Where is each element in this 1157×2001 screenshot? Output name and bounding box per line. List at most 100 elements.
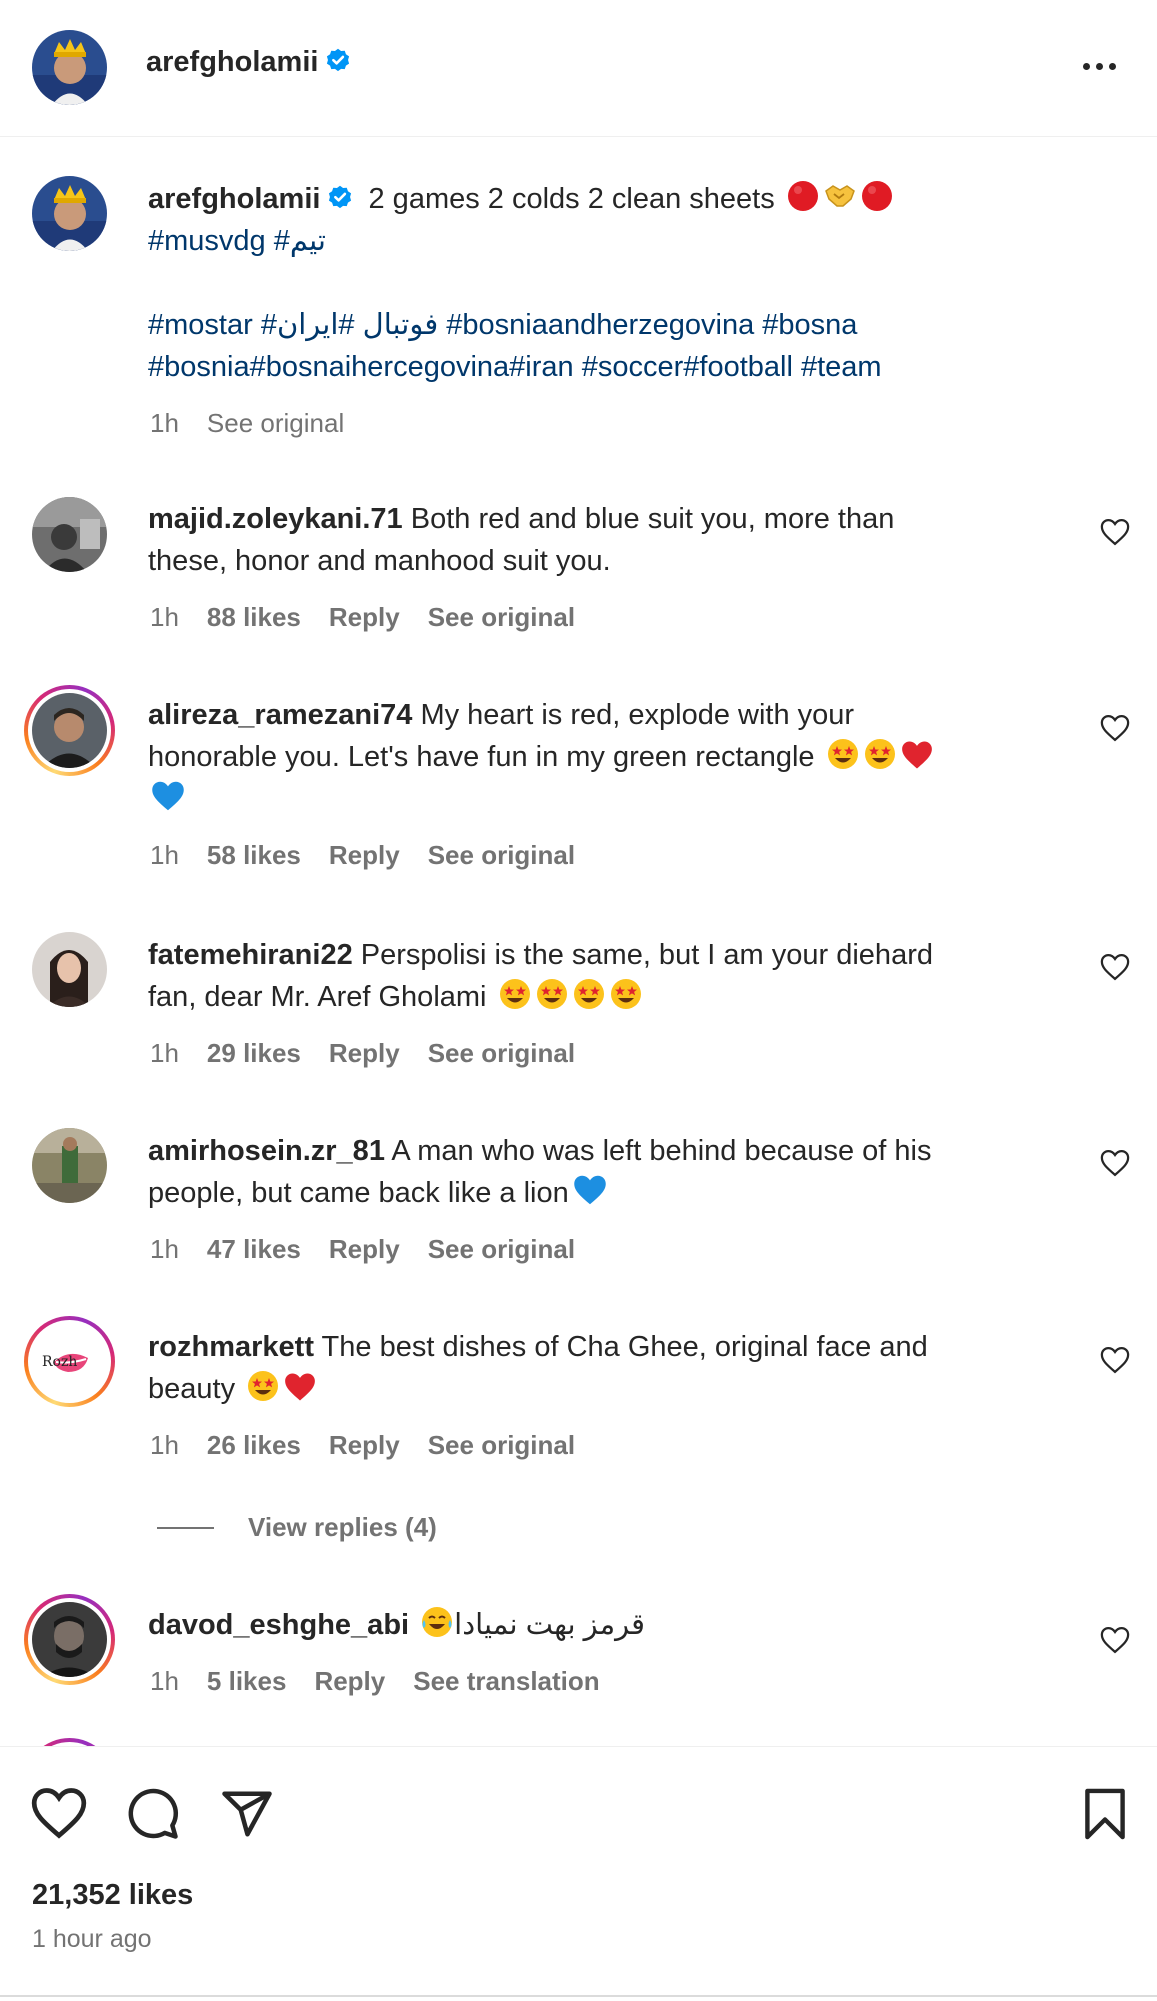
caption-meta: 1h See original <box>150 408 344 439</box>
next-comment-avatar-partial <box>24 1738 115 1746</box>
star-struck-emoji-icon <box>609 977 643 1023</box>
comment-avatar-story-ring[interactable]: Rozh <box>24 1316 115 1407</box>
comment-avatar[interactable] <box>32 932 107 1007</box>
footer-divider <box>0 1995 1157 1997</box>
post-likes-count[interactable]: 21,352 likes <box>32 1879 193 1912</box>
caption-username[interactable]: arefgholamii <box>148 183 320 215</box>
post-author-avatar[interactable] <box>32 30 107 105</box>
post-actions-footer: 21,352 likes 1 hour ago <box>0 1746 1157 2001</box>
comment-likes[interactable]: 5 likes <box>207 1666 287 1697</box>
reply-button[interactable]: Reply <box>329 1430 400 1461</box>
caption-text: 2 games 2 colds 2 clean sheets <box>368 183 775 215</box>
view-replies-divider <box>157 1526 214 1529</box>
red-heart-emoji-icon <box>283 1371 317 1415</box>
reply-button[interactable]: Reply <box>314 1666 385 1697</box>
comment-like-heart-icon[interactable] <box>1100 1149 1130 1177</box>
star-struck-emoji-icon <box>498 977 532 1023</box>
comment-avatar[interactable] <box>32 1128 107 1203</box>
comment-text-line-1: amirhosein.zr_81 A man who was left behi… <box>148 1130 931 1172</box>
comment-body: My heart is red, explode with your <box>420 699 855 731</box>
comment-text-line-2: fan, dear Mr. Aref Gholami <box>148 976 643 1023</box>
reply-button[interactable]: Reply <box>329 602 400 633</box>
comment-username[interactable]: majid.zoleykani.71 <box>148 503 403 535</box>
comment-likes[interactable]: 88 likes <box>207 602 301 633</box>
comment-time: 1h <box>150 1234 179 1264</box>
comment-text-line-3 <box>150 778 186 825</box>
comment-body-continued: fan, dear Mr. Aref Gholami <box>148 981 487 1013</box>
reply-button[interactable]: Reply <box>329 1234 400 1265</box>
comment-body: Both red and blue suit you, more than <box>410 503 895 535</box>
caption-line-1: arefgholamii 2 games 2 colds 2 clean she… <box>148 178 894 225</box>
red-circle-emoji-icon <box>786 179 820 225</box>
comment-body: A man who was left behind because of his <box>391 1135 932 1167</box>
comment-meta: 1h 58 likes Reply See original <box>150 840 575 871</box>
header-username[interactable]: arefgholamii <box>146 46 318 78</box>
more-options-icon[interactable] <box>1075 50 1123 82</box>
header-username-row: arefgholamii <box>146 46 352 80</box>
comment-username[interactable]: amirhosein.zr_81 <box>148 1135 385 1167</box>
comment-avatar[interactable] <box>32 497 107 572</box>
comment-meta: 1h 26 likes Reply See original <box>150 1430 575 1461</box>
comment-body-continued: beauty <box>148 1373 236 1405</box>
comment-body: The best dishes of Cha Ghee, original fa… <box>321 1331 928 1363</box>
caption-time: 1h <box>150 408 179 438</box>
comment-username[interactable]: rozhmarkett <box>148 1331 314 1363</box>
comment-like-heart-icon[interactable] <box>1100 953 1130 981</box>
comment-likes[interactable]: 58 likes <box>207 840 301 871</box>
comment-body-continued: people, but came back like a lion <box>148 1177 569 1209</box>
caption-hashtags-2[interactable]: #mostar #فوتبال #ایران #bosniaandherzego… <box>148 304 857 346</box>
comment-avatar-story-ring[interactable] <box>24 1594 115 1685</box>
tears-of-joy-emoji-icon <box>420 1605 454 1651</box>
star-struck-emoji-icon <box>826 737 860 783</box>
star-struck-emoji-icon <box>863 737 897 783</box>
caption-hashtags-1[interactable]: #musvdg #تیم <box>148 220 326 262</box>
heart-icon[interactable] <box>30 1787 88 1844</box>
comment-text-line-1: majid.zoleykani.71 Both red and blue sui… <box>148 498 894 540</box>
see-original-button[interactable]: See original <box>428 840 575 871</box>
reply-button[interactable]: Reply <box>329 1038 400 1069</box>
comment-like-heart-icon[interactable] <box>1100 1346 1130 1374</box>
comment-time: 1h <box>150 1430 179 1460</box>
comment-username[interactable]: alireza_ramezani74 <box>148 699 412 731</box>
red-heart-emoji-icon <box>900 739 934 783</box>
comment-likes[interactable]: 26 likes <box>207 1430 301 1461</box>
view-replies-label: View replies (4) <box>248 1512 437 1542</box>
comment-text-line-1: rozhmarkett The best dishes of Cha Ghee,… <box>148 1326 928 1368</box>
comment-avatar-story-ring[interactable] <box>24 685 115 776</box>
send-icon[interactable] <box>220 1787 274 1846</box>
see-original-button[interactable]: See original <box>428 1234 575 1265</box>
handshake-emoji-icon <box>823 179 857 225</box>
see-translation-button[interactable]: See translation <box>413 1666 599 1697</box>
bookmark-icon[interactable] <box>1083 1787 1127 1846</box>
caption-see-original[interactable]: See original <box>207 408 344 439</box>
comment-body: قرمز بهت نمیادا <box>454 1609 645 1641</box>
star-struck-emoji-icon <box>246 1369 280 1415</box>
caption-author-avatar[interactable] <box>32 176 107 251</box>
comment-like-heart-icon[interactable] <box>1100 1626 1130 1654</box>
see-original-button[interactable]: See original <box>428 602 575 633</box>
view-replies-button[interactable]: View replies (4) <box>157 1512 437 1543</box>
comment-username[interactable]: fatemehirani22 <box>148 939 353 971</box>
post-header: arefgholamii <box>0 0 1157 137</box>
comment-likes[interactable]: 47 likes <box>207 1234 301 1265</box>
verified-badge-icon <box>326 182 354 224</box>
brand-logo-text: Rozh <box>42 1354 77 1370</box>
comment-text-line-1: fatemehirani22 Perspolisi is the same, b… <box>148 934 933 976</box>
comment-time: 1h <box>150 840 179 870</box>
caption-hashtags-3[interactable]: #bosnia#bosnaihercegovina#iran #soccer#f… <box>148 346 882 388</box>
see-original-button[interactable]: See original <box>428 1038 575 1069</box>
comment-text-line-1: davod_eshghe_abi قرمز بهت نمیادا <box>148 1604 645 1651</box>
comment-like-heart-icon[interactable] <box>1100 518 1130 546</box>
comment-time: 1h <box>150 1038 179 1068</box>
comment-likes[interactable]: 29 likes <box>207 1038 301 1069</box>
red-circle-emoji-icon <box>860 179 894 225</box>
comment-text-line-2: these, honor and manhood suit you. <box>148 545 611 577</box>
comment-like-heart-icon[interactable] <box>1100 714 1130 742</box>
comment-time: 1h <box>150 1666 179 1696</box>
post-timestamp[interactable]: 1 hour ago <box>32 1925 152 1954</box>
comment-username[interactable]: davod_eshghe_abi <box>148 1609 409 1641</box>
comment-meta: 1h 47 likes Reply See original <box>150 1234 575 1265</box>
comment-icon[interactable] <box>126 1787 180 1846</box>
see-original-button[interactable]: See original <box>428 1430 575 1461</box>
reply-button[interactable]: Reply <box>329 840 400 871</box>
